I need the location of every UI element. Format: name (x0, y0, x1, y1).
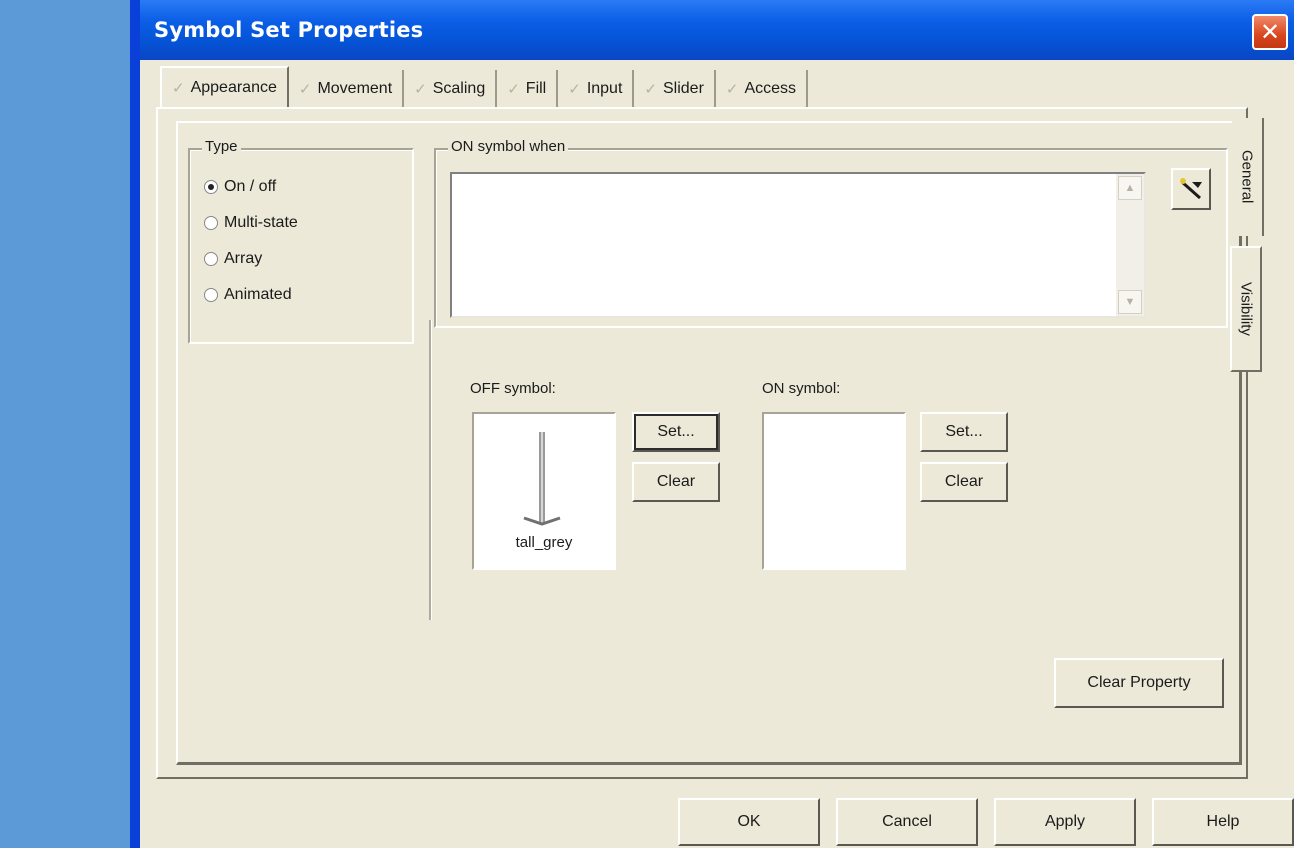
on-symbol-set-button[interactable]: Set... (920, 412, 1008, 452)
radio-icon[interactable] (204, 252, 218, 266)
side-tab-label: Visibility (1237, 282, 1255, 336)
check-icon: ✓ (507, 81, 520, 98)
tab-access[interactable]: ✓ Access (716, 70, 809, 108)
close-button[interactable]: ✕ (1252, 14, 1288, 50)
button-label: Cancel (882, 813, 932, 830)
check-icon: ✓ (298, 81, 312, 98)
tab-slider[interactable]: ✓ Slider (634, 70, 716, 108)
radio-label: Multi-state (224, 214, 298, 231)
tab-label: Movement (317, 80, 393, 97)
scroll-down-icon[interactable]: ▼ (1118, 290, 1142, 314)
radio-label: On / off (224, 178, 277, 195)
separator-line (429, 320, 431, 620)
expression-builder-button[interactable] (1171, 168, 1211, 210)
button-label: Set... (945, 423, 983, 440)
radio-label: Animated (224, 286, 292, 303)
side-tab-general[interactable]: General (1232, 118, 1264, 236)
vertical-scrollbar[interactable]: ▲ ▼ (1116, 174, 1144, 316)
check-icon: ✓ (568, 81, 581, 98)
check-icon: ✓ (644, 81, 657, 98)
help-button[interactable]: Help (1152, 798, 1294, 846)
tab-label: Appearance (190, 79, 277, 96)
radio-label: Array (224, 250, 263, 267)
ok-button[interactable]: OK (678, 798, 820, 846)
title-bar[interactable]: Symbol Set Properties ✕ (140, 0, 1294, 60)
off-symbol-label: OFF symbol: (470, 380, 556, 397)
cancel-button[interactable]: Cancel (836, 798, 978, 846)
tab-movement[interactable]: ✓ Movement (289, 70, 405, 108)
tab-fill[interactable]: ✓ Fill (497, 70, 559, 108)
off-symbol-clear-button[interactable]: Clear (632, 462, 720, 502)
tall-grey-symbol-icon (523, 432, 561, 526)
on-symbol-preview (762, 412, 906, 570)
group-label: ON symbol when (448, 138, 569, 155)
tab-label: Scaling (432, 80, 486, 97)
side-tab-visibility[interactable]: Visibility (1230, 246, 1262, 372)
button-label: Help (1206, 813, 1240, 830)
radio-on-off[interactable]: On / off (204, 178, 276, 196)
tab-label: Slider (662, 80, 704, 97)
clear-property-button[interactable]: Clear Property (1054, 658, 1224, 708)
tab-appearance[interactable]: ✓ Appearance (160, 66, 289, 108)
tab-label: Access (744, 80, 797, 97)
radio-array[interactable]: Array (204, 250, 262, 268)
tab-label: Fill (525, 80, 547, 97)
radio-icon[interactable] (204, 216, 218, 230)
apply-button[interactable]: Apply (994, 798, 1136, 846)
tab-label: Input (586, 80, 623, 97)
radio-animated[interactable]: Animated (204, 286, 292, 304)
check-icon: ✓ (725, 81, 739, 98)
close-icon: ✕ (1259, 18, 1281, 46)
tab-strip: ✓ Appearance ✓ Movement ✓ Scaling ✓ Fill… (160, 66, 809, 108)
radio-icon[interactable] (204, 180, 218, 194)
desktop-background (0, 0, 130, 848)
scroll-up-icon[interactable]: ▲ (1118, 176, 1142, 200)
button-label: Clear Property (1087, 674, 1191, 691)
on-symbol-clear-button[interactable]: Clear (920, 462, 1008, 502)
group-label: Type (202, 138, 241, 155)
button-label: Clear (656, 473, 696, 490)
radio-icon[interactable] (204, 288, 218, 302)
off-symbol-caption: tall_grey (515, 534, 573, 551)
tab-input[interactable]: ✓ Input (558, 70, 635, 108)
tab-scaling[interactable]: ✓ Scaling (404, 70, 498, 108)
off-symbol-set-button[interactable]: Set... (632, 412, 720, 452)
dialog-window: Symbol Set Properties ✕ ✓ Appearance ✓ M… (130, 0, 1294, 848)
off-symbol-preview: tall_grey (472, 412, 616, 570)
check-icon: ✓ (414, 81, 427, 98)
side-tab-label: General (1238, 150, 1256, 204)
button-label: Apply (1044, 813, 1086, 830)
wand-icon (1180, 178, 1202, 200)
on-when-expression-field[interactable]: ▲ ▼ (450, 172, 1146, 318)
button-label: Set... (657, 423, 695, 440)
on-when-groupbox: ON symbol when ▲ ▼ (434, 138, 1228, 328)
type-groupbox: Type On / off Multi-state Array Animated (188, 138, 414, 344)
radio-multi-state[interactable]: Multi-state (204, 214, 298, 232)
on-symbol-label: ON symbol: (762, 380, 841, 397)
check-icon: ✓ (172, 80, 185, 97)
button-label: Clear (944, 473, 984, 490)
window-title: Symbol Set Properties (154, 18, 424, 42)
button-label: OK (737, 813, 761, 830)
